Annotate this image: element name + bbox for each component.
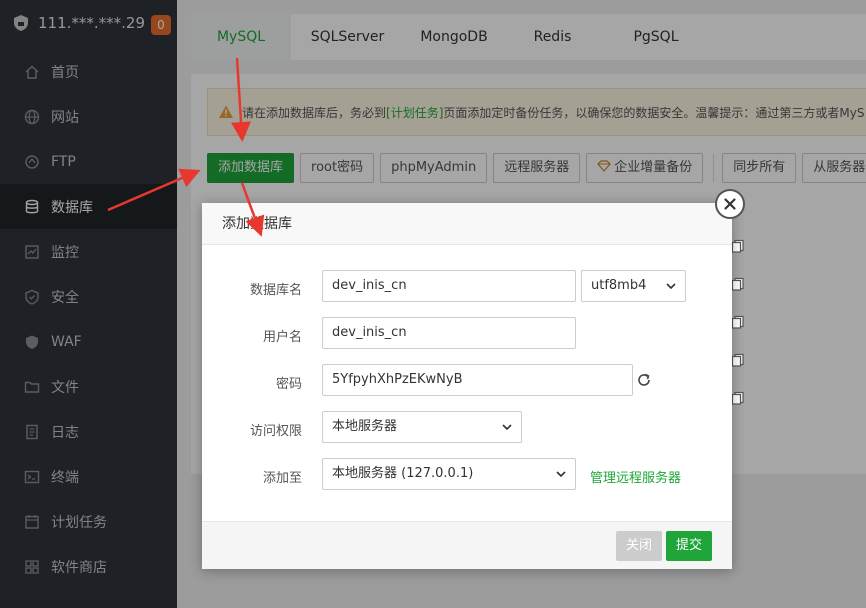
add-to-label: 添加至 [262,471,302,486]
db-name-input[interactable]: dev_inis_cn [322,270,576,302]
row-copy-icon[interactable] [731,353,745,367]
password-input[interactable]: 5YfpyhXhPzEKwNyB [322,364,633,396]
charset-value: utf8mb4 [591,278,647,293]
add-database-dialog: 添加数据库 数据库名 dev_inis_cn utf8mb4 用户名 dev_i… [202,203,732,569]
access-label: 访问权限 [249,424,302,439]
row-copy-icon[interactable] [731,315,745,329]
chevron-down-icon [556,471,566,478]
add-to-select[interactable]: 本地服务器 (127.0.0.1) [322,458,576,490]
row-copy-icon[interactable] [731,239,745,253]
row-copy-icon[interactable] [731,277,745,291]
chevron-down-icon [666,283,676,290]
charset-select[interactable]: utf8mb4 [581,270,686,302]
submit-button[interactable]: 提交 [666,531,713,561]
close-button[interactable]: 关闭 [616,531,663,561]
close-icon [724,198,736,210]
dialog-footer: 关闭 提交 [202,521,732,569]
dialog-close-button[interactable] [715,189,745,219]
add-to-value: 本地服务器 (127.0.0.1) [332,466,474,481]
username-input[interactable]: dev_inis_cn [322,317,576,349]
dialog-title: 添加数据库 [202,203,732,245]
username-label: 用户名 [262,330,302,345]
manage-remote-server-link[interactable]: 管理远程服务器 [590,467,681,486]
password-label: 密码 [275,377,302,392]
refresh-icon[interactable] [636,372,652,388]
row-copy-icon[interactable] [731,391,745,405]
access-select[interactable]: 本地服务器 [322,411,522,443]
chevron-down-icon [502,424,512,431]
db-name-label: 数据库名 [249,283,302,298]
access-value: 本地服务器 [332,419,398,434]
